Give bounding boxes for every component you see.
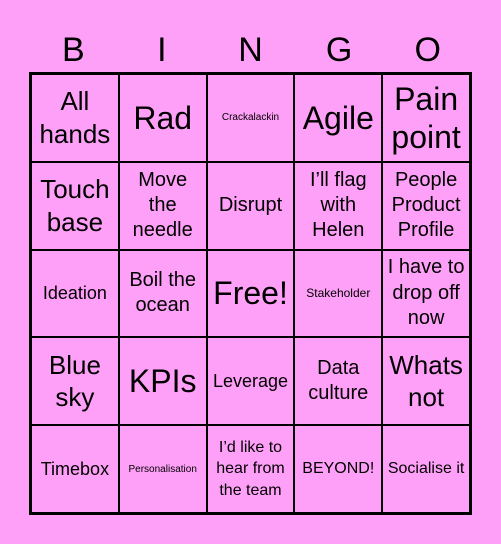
bingo-cell[interactable]: Personalisation: [118, 425, 207, 513]
bingo-cell[interactable]: Disrupt: [206, 161, 295, 250]
bingo-cell-label: Leverage: [212, 371, 289, 392]
bingo-cell[interactable]: Whats not: [382, 337, 470, 426]
bingo-cell[interactable]: Boil the ocean: [118, 249, 207, 338]
bingo-cell-label: Ideation: [42, 283, 107, 304]
bingo-card: All hands Rad Crackalackin Agile Pain point T…: [29, 72, 472, 515]
bingo-cell-label: Pain point: [391, 80, 461, 155]
bingo-cell-label: KPIs: [128, 363, 197, 400]
bingo-cell-label: I’ll flag with Helen: [309, 168, 367, 242]
bingo-cell-label: Timebox: [40, 458, 110, 479]
bingo-cell[interactable]: Touch base: [31, 161, 119, 250]
bingo-cell[interactable]: Stakeholder: [294, 249, 383, 338]
header-letter-o: O: [414, 31, 441, 69]
bingo-cell-label: Stakeholder: [306, 285, 371, 300]
bingo-cell-label: Agile: [302, 99, 374, 136]
bingo-cell[interactable]: Pain point: [382, 74, 470, 162]
bingo-cell-label: BEYOND!: [302, 460, 375, 478]
header-letter-b: B: [61, 31, 85, 69]
bingo-cell[interactable]: Crackalackin: [206, 74, 295, 162]
bingo-cell[interactable]: Data culture: [294, 337, 383, 426]
bingo-cell[interactable]: KPIs: [118, 337, 207, 426]
bingo-cell-label: Whats not: [389, 349, 463, 413]
bingo-cell-label: People Product Profile: [391, 168, 461, 242]
bingo-cell-label: Touch base: [40, 174, 110, 237]
bingo-cell[interactable]: Timebox: [31, 425, 119, 513]
bingo-cell[interactable]: BEYOND!: [294, 425, 383, 513]
bingo-cell-label: Free!: [213, 275, 288, 312]
bingo-cell[interactable]: Agile: [294, 74, 383, 162]
header-letter-g: G: [325, 31, 353, 69]
header-letter-i: I: [157, 31, 167, 69]
bingo-cell-label: Crackalackin: [221, 112, 280, 124]
bingo-cell-label: Blue sky: [48, 349, 101, 413]
bingo-cell-label: I have to drop off now: [387, 256, 465, 330]
bingo-cell[interactable]: I have to drop off now: [382, 249, 470, 338]
bingo-cell[interactable]: Free!: [206, 249, 295, 338]
bingo-cell[interactable]: Socialise it: [382, 425, 470, 513]
bingo-cell-label: Personalisation: [128, 463, 197, 475]
bingo-cell[interactable]: I’ll flag with Helen: [294, 161, 383, 250]
bingo-cell[interactable]: Blue sky: [31, 337, 119, 426]
bingo-cell[interactable]: Leverage: [206, 337, 295, 426]
bingo-cell[interactable]: I’d like to hear from the team: [206, 425, 295, 513]
bingo-cell-label: Boil the ocean: [129, 269, 197, 317]
bingo-cell-label: Move the needle: [132, 168, 193, 242]
bingo-cell-label: Data culture: [308, 356, 369, 405]
bingo-cell-label: Socialise it: [387, 460, 465, 478]
bingo-cell[interactable]: All hands: [31, 74, 119, 162]
bingo-cell[interactable]: Ideation: [31, 249, 119, 338]
header-letter-n: N: [238, 31, 263, 69]
bingo-cell[interactable]: People Product Profile: [382, 161, 470, 250]
bingo-cell-label: I’d like to hear from the team: [216, 438, 285, 499]
bingo-cell-label: All hands: [39, 86, 111, 149]
bingo-cell[interactable]: Rad: [118, 74, 207, 162]
bingo-header: B I N G O: [29, 30, 472, 70]
bingo-cell[interactable]: Move the needle: [118, 161, 207, 250]
bingo-cell-label: Rad: [133, 99, 193, 136]
bingo-cell-label: Disrupt: [218, 194, 283, 216]
